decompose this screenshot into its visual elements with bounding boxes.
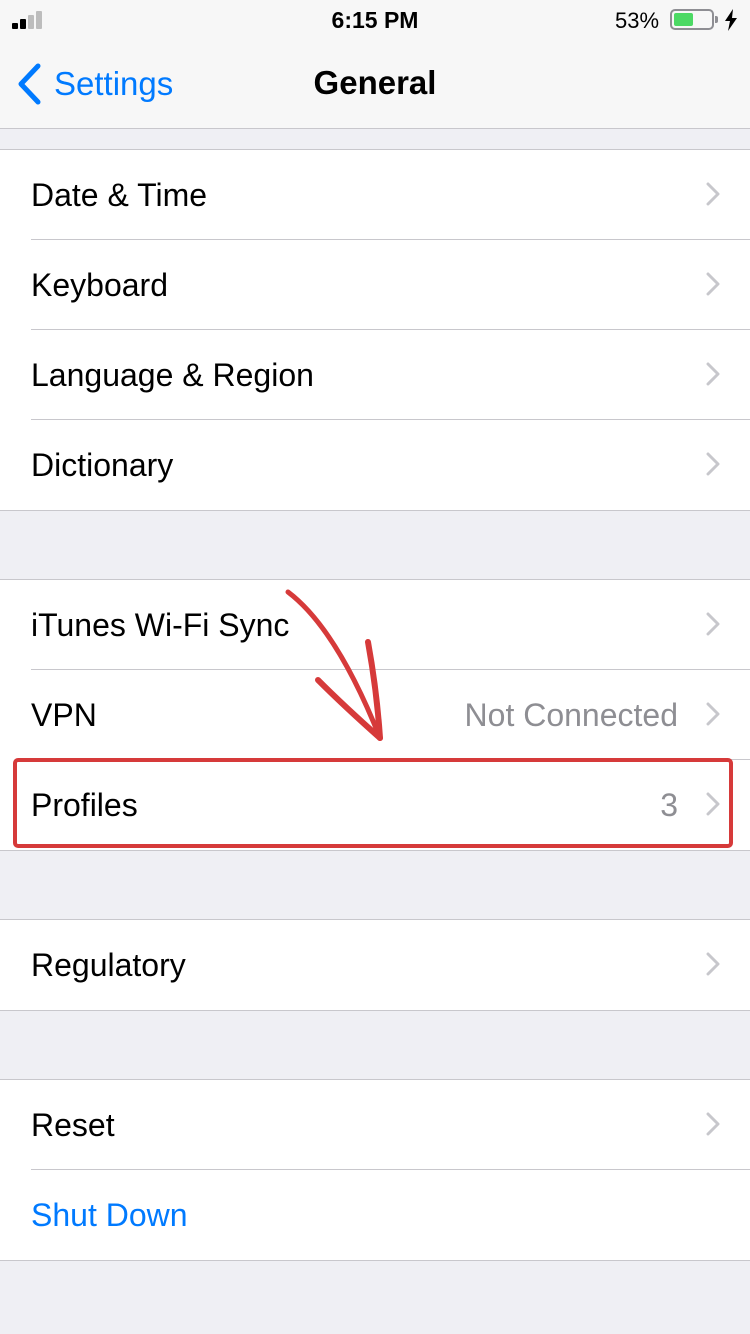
shut-down-label: Shut Down — [31, 1197, 188, 1233]
row-language-region[interactable]: Language & Region — [0, 330, 750, 420]
row-date-time[interactable]: Date & Time — [0, 150, 750, 240]
chevron-right-icon — [706, 362, 720, 386]
battery-icon — [670, 9, 718, 30]
shut-down-button[interactable]: Shut Down — [0, 1170, 750, 1260]
row-label: Reset — [31, 1107, 115, 1143]
settings-group-3: Regulatory — [0, 919, 750, 1011]
row-keyboard[interactable]: Keyboard — [0, 240, 750, 330]
row-label: Date & Time — [31, 177, 208, 213]
chevron-right-icon — [706, 612, 720, 636]
row-label: Regulatory — [31, 947, 186, 983]
row-regulatory[interactable]: Regulatory — [0, 920, 750, 1010]
row-dictionary[interactable]: Dictionary — [0, 420, 750, 510]
charging-bolt-icon — [725, 9, 737, 31]
chevron-right-icon — [706, 182, 720, 206]
row-reset[interactable]: Reset — [0, 1080, 750, 1170]
chevron-right-icon — [706, 702, 720, 726]
vpn-status-value: Not Connected — [464, 697, 678, 733]
row-label: Dictionary — [31, 447, 174, 483]
page-title: General — [313, 64, 437, 101]
chevron-right-icon — [706, 1112, 720, 1136]
navigation-bar: Settings General — [0, 40, 750, 129]
row-label: iTunes Wi-Fi Sync — [31, 607, 290, 643]
settings-group-1: Date & Time Keyboard Language & Region D… — [0, 149, 750, 511]
row-label: Language & Region — [31, 357, 314, 393]
chevron-right-icon — [706, 272, 720, 296]
status-bar: 6:15 PM 53% — [0, 0, 750, 40]
settings-group-4: Reset Shut Down — [0, 1079, 750, 1261]
row-label: VPN — [31, 697, 97, 733]
annotation-arrow-icon — [285, 589, 383, 741]
battery-level-fill — [674, 13, 693, 26]
chevron-right-icon — [706, 952, 720, 976]
row-label: Keyboard — [31, 267, 168, 303]
battery-percentage: 53% — [615, 8, 660, 33]
profiles-highlight-box — [13, 758, 733, 848]
chevron-right-icon — [706, 452, 720, 476]
